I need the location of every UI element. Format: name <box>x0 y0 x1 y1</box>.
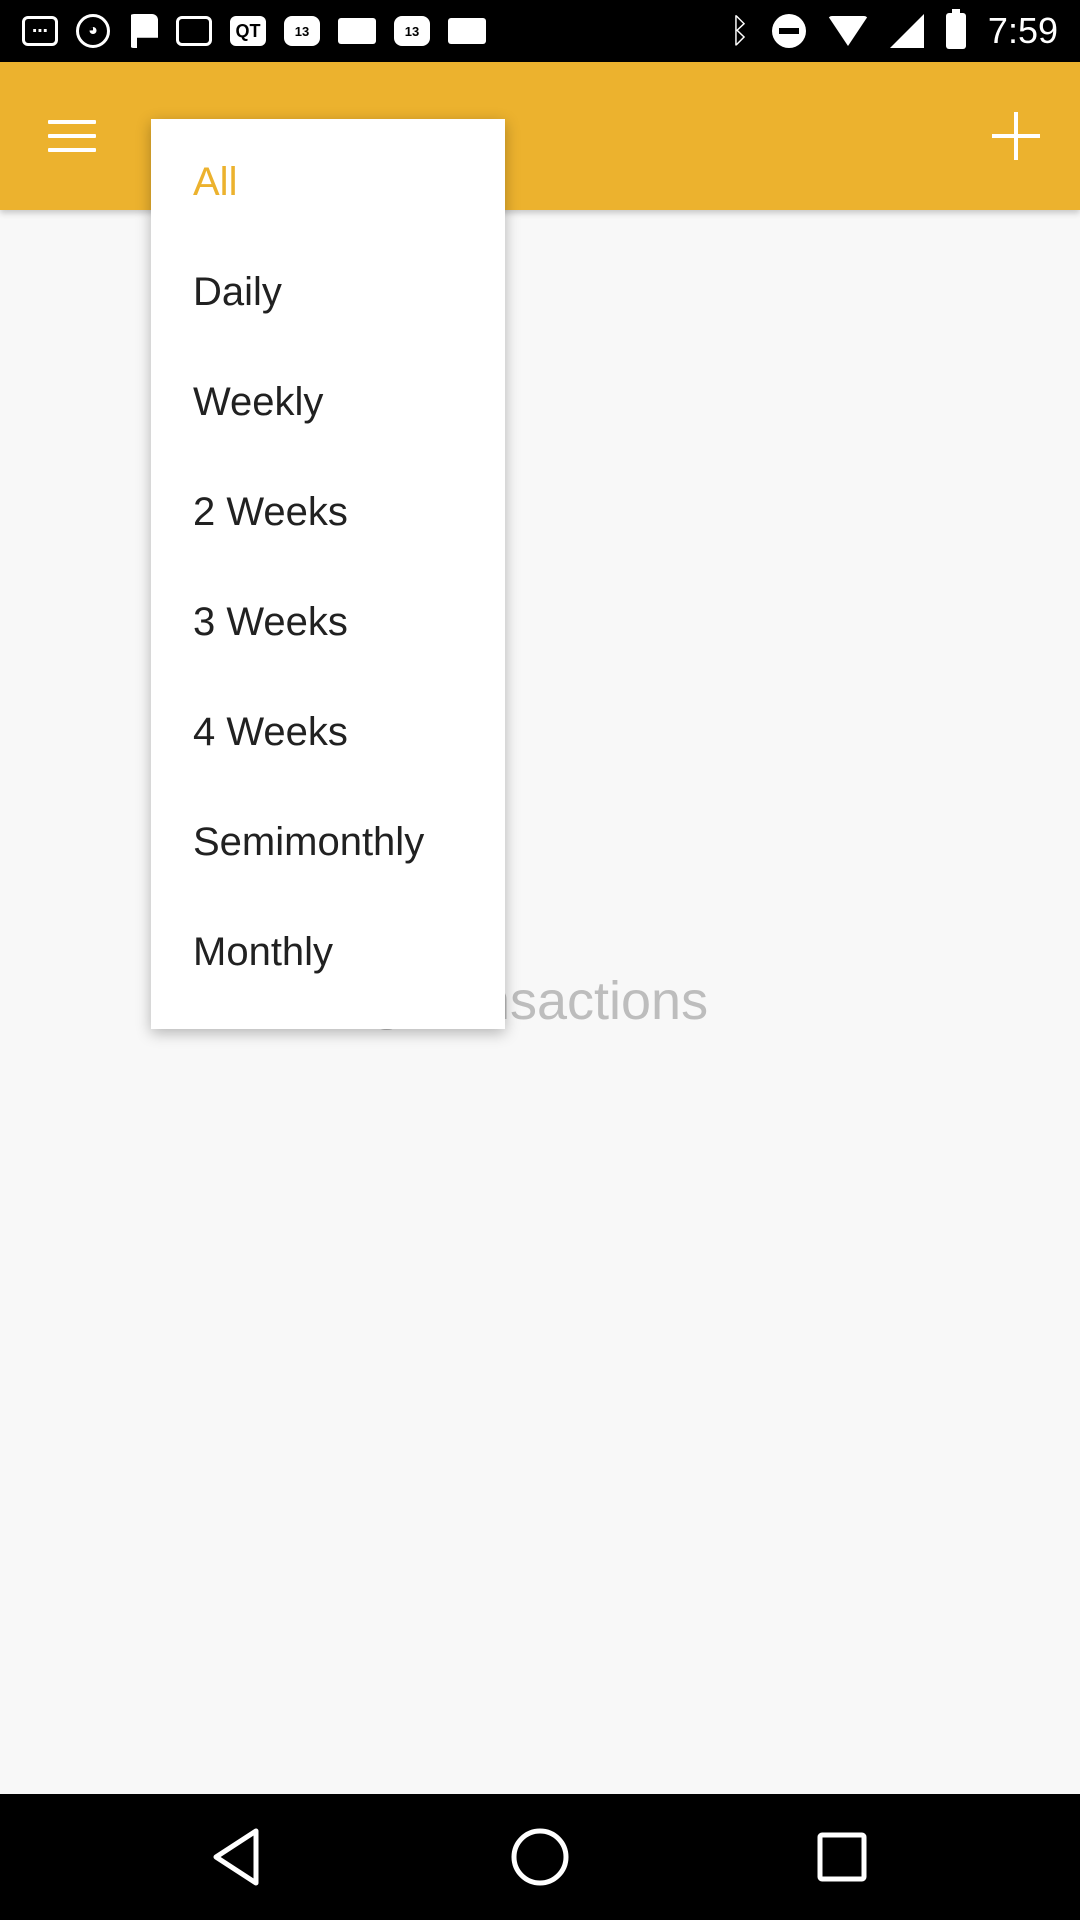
status-right-icons: ᛒ 7:59 <box>730 0 1058 62</box>
battery-icon <box>945 9 966 49</box>
notification-icon <box>338 18 376 44</box>
abc13-icon: 13 <box>394 16 430 46</box>
flag-icon <box>131 14 158 48</box>
back-icon[interactable] <box>206 1825 270 1889</box>
status-time: 7:59 <box>987 10 1058 51</box>
qt-icon: QT <box>230 16 266 46</box>
navigation-bar <box>0 1794 1080 1920</box>
status-left-icons: ⋯ ◕ QT 13 13 <box>22 0 486 62</box>
do-not-disturb-icon <box>771 14 806 48</box>
dropdown-item-2-weeks[interactable]: 2 Weeks <box>151 457 505 567</box>
status-bar: ⋯ ◕ QT 13 13 ᛒ 7:59 <box>0 0 1080 62</box>
wifi-icon <box>827 16 868 46</box>
recents-icon[interactable] <box>810 1825 874 1889</box>
dropdown-item-3-weeks[interactable]: 3 Weeks <box>151 567 505 677</box>
window-icon <box>448 18 486 44</box>
frequency-dropdown: All Daily Weekly 2 Weeks 3 Weeks 4 Weeks… <box>151 119 505 1029</box>
game-icon: ◕ <box>76 14 110 48</box>
home-icon[interactable] <box>508 1825 572 1889</box>
dropdown-item-semimonthly[interactable]: Semimonthly <box>151 787 505 897</box>
dropdown-item-monthly[interactable]: Monthly <box>151 897 505 1007</box>
bluetooth-icon: ᛒ <box>729 12 750 50</box>
signal-icon <box>889 14 924 48</box>
add-icon[interactable] <box>992 112 1040 160</box>
menu-icon[interactable] <box>48 120 96 154</box>
abc13-icon: 13 <box>284 16 320 46</box>
messages-icon: ⋯ <box>22 16 58 46</box>
dropdown-item-weekly[interactable]: Weekly <box>151 347 505 457</box>
dropdown-item-daily[interactable]: Daily <box>151 237 505 347</box>
dropdown-item-4-weeks[interactable]: 4 Weeks <box>151 677 505 787</box>
cast-icon <box>176 16 212 46</box>
dropdown-item-all[interactable]: All <box>151 127 505 237</box>
